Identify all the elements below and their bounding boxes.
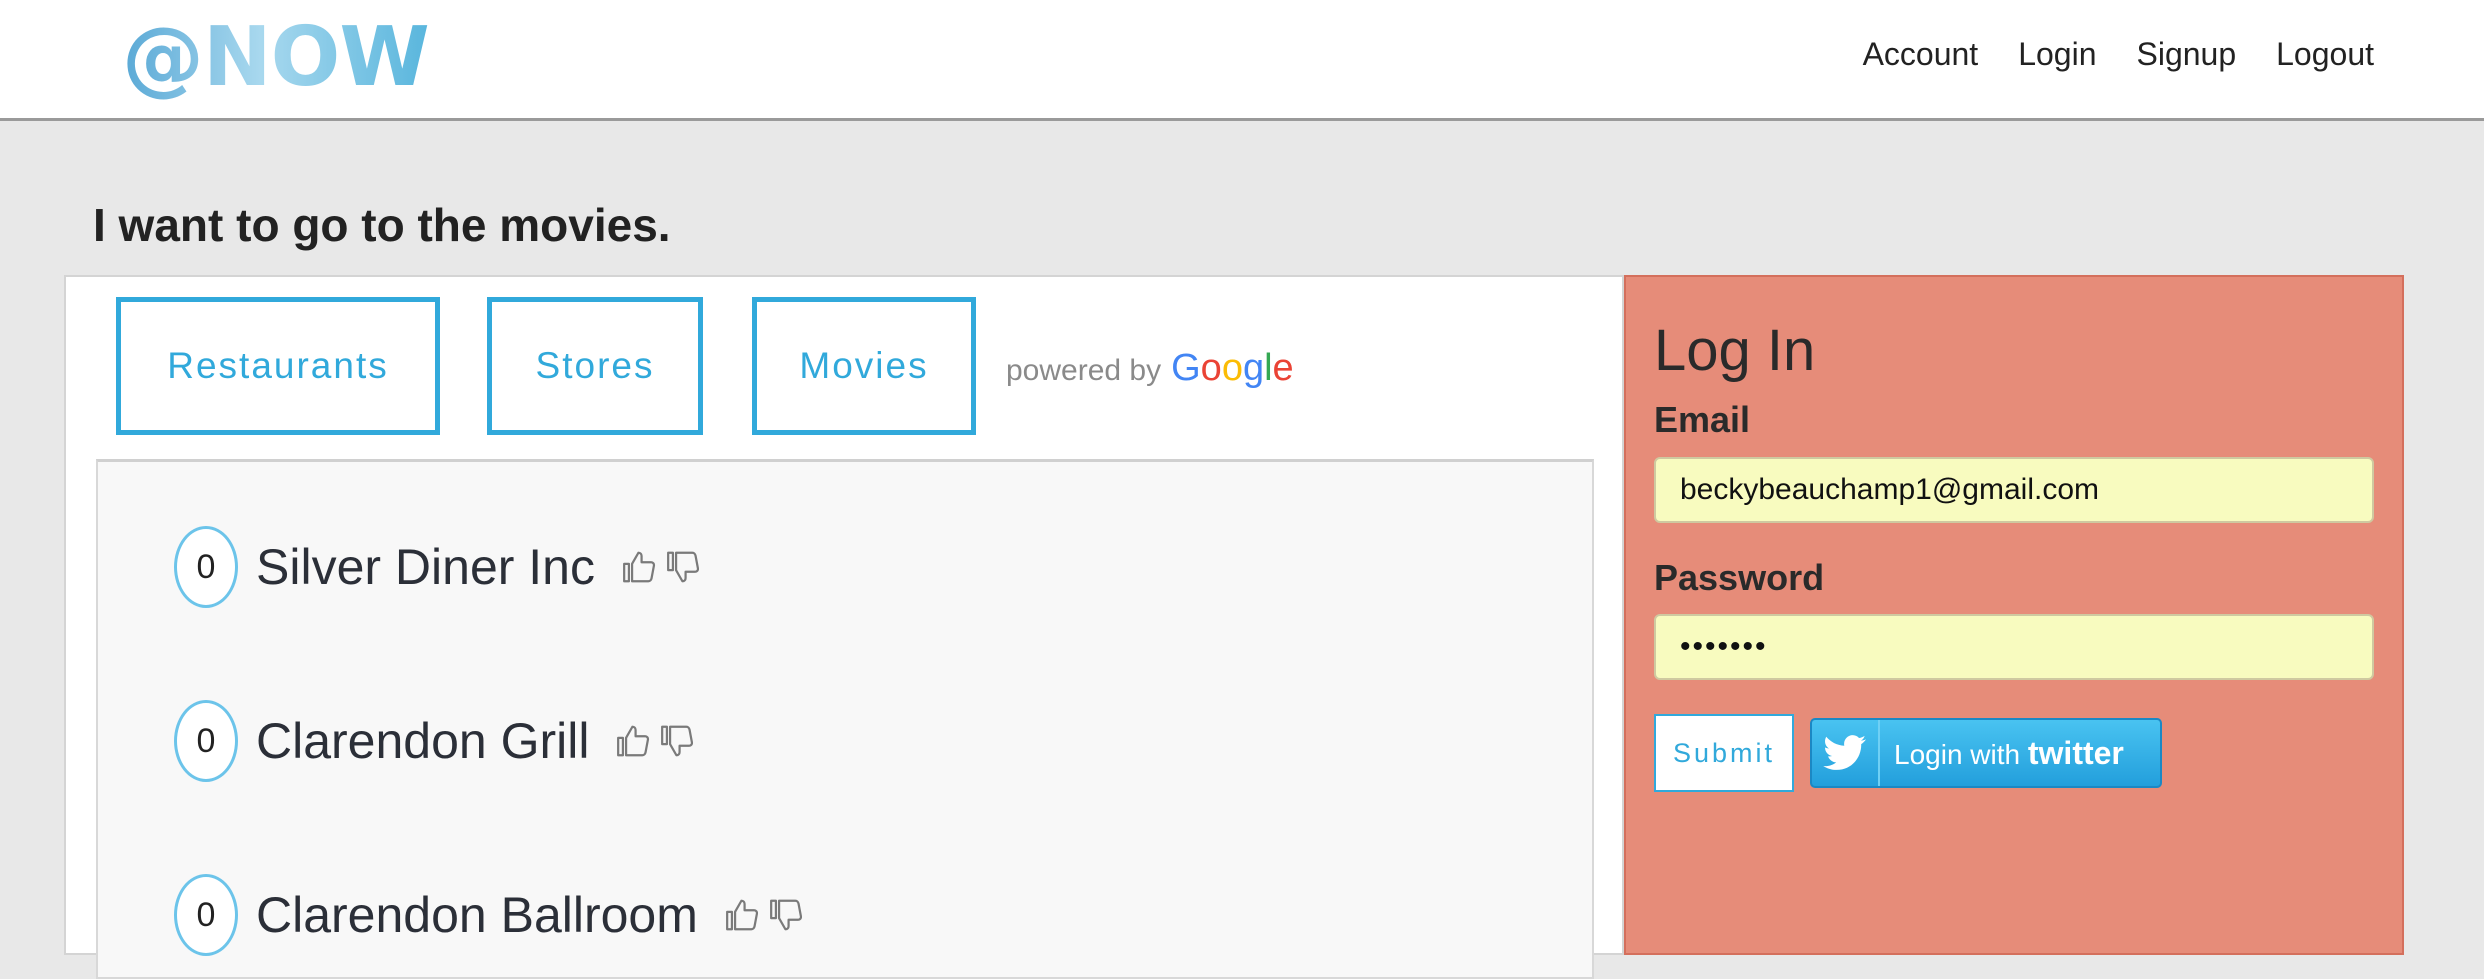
vote-buttons <box>615 722 697 760</box>
top-navbar: @NOW Account Login Signup Logout <box>0 0 2484 121</box>
email-field[interactable] <box>1654 457 2374 523</box>
nav-login-link[interactable]: Login <box>2018 36 2096 73</box>
powered-by-label: powered by <box>1006 354 1162 387</box>
thumbs-down-icon[interactable] <box>659 722 697 760</box>
place-name[interactable]: Clarendon Grill <box>256 712 589 770</box>
submit-button[interactable]: Submit <box>1654 714 1794 792</box>
place-name[interactable]: Clarendon Ballroom <box>256 886 698 944</box>
vote-score: 0 <box>174 700 238 782</box>
main-nav: Account Login Signup Logout <box>1863 36 2374 73</box>
twitter-bird-icon <box>1812 720 1880 786</box>
thumbs-up-icon[interactable] <box>615 722 653 760</box>
vote-score: 0 <box>174 874 238 956</box>
twitter-login-button[interactable]: Login with twitter <box>1810 718 2162 788</box>
stores-button[interactable]: Stores <box>487 297 703 435</box>
list-item: 0 Clarendon Ballroom <box>174 874 806 956</box>
movies-button[interactable]: Movies <box>752 297 976 435</box>
password-label: Password <box>1654 557 1825 598</box>
nav-logout-link[interactable]: Logout <box>2276 36 2374 73</box>
password-field[interactable] <box>1654 614 2374 680</box>
powered-by-google: powered by Google <box>1006 347 1294 390</box>
results-list: 0 Silver Diner Inc 0 Clarendon Grill 0 C… <box>96 459 1594 979</box>
nav-signup-link[interactable]: Signup <box>2136 36 2236 73</box>
vote-score: 0 <box>174 526 238 608</box>
vote-buttons <box>621 548 703 586</box>
restaurants-button[interactable]: Restaurants <box>116 297 440 435</box>
thumbs-up-icon[interactable] <box>724 896 762 934</box>
list-item: 0 Clarendon Grill <box>174 700 697 782</box>
thumbs-down-icon[interactable] <box>665 548 703 586</box>
twitter-login-label: Login with twitter <box>1894 734 2124 771</box>
thumbs-up-icon[interactable] <box>621 548 659 586</box>
login-panel: Log In Email Password Submit Login with … <box>1624 275 2404 955</box>
email-label: Email <box>1654 399 1751 440</box>
results-panel: Restaurants Stores Movies powered by Goo… <box>64 275 1624 979</box>
google-logo: Google <box>1171 347 1294 389</box>
vote-buttons <box>724 896 806 934</box>
place-name[interactable]: Silver Diner Inc <box>256 538 595 596</box>
login-title: Log In <box>1654 318 1816 383</box>
page-title: I want to go to the movies. <box>93 199 671 251</box>
nav-account-link[interactable]: Account <box>1863 36 1979 73</box>
list-item: 0 Silver Diner Inc <box>174 526 703 608</box>
app-logo[interactable]: @NOW <box>122 8 430 108</box>
thumbs-down-icon[interactable] <box>768 896 806 934</box>
